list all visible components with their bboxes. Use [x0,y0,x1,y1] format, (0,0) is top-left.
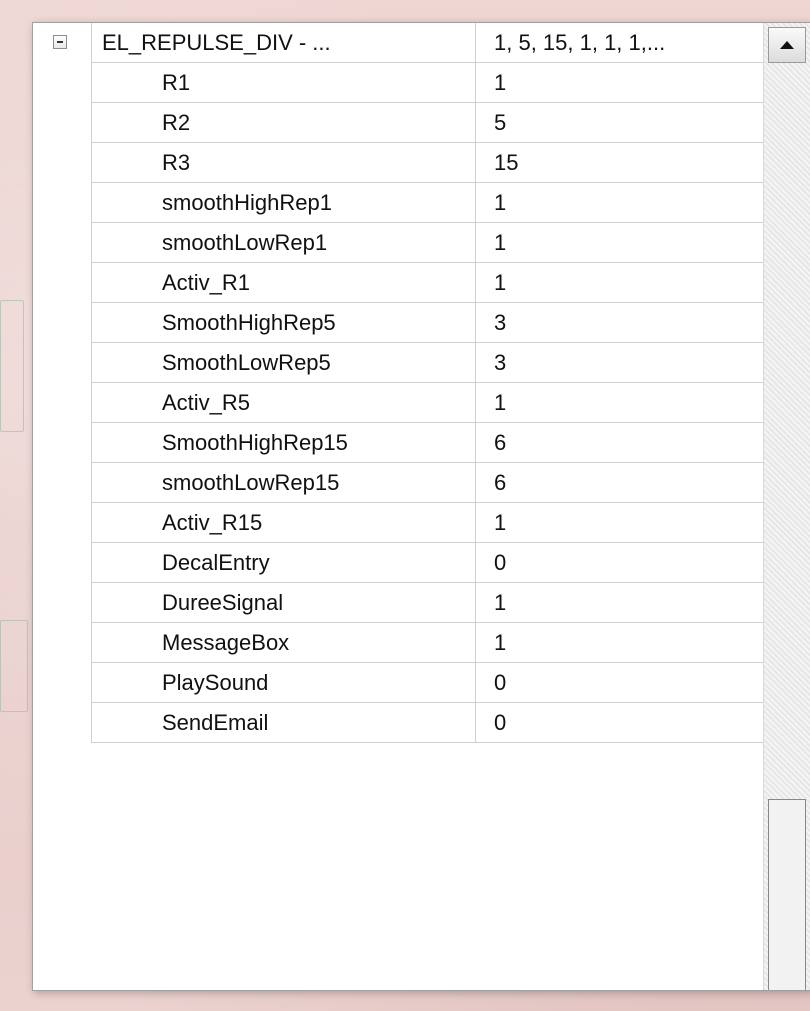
property-value[interactable]: 6 [475,463,763,503]
row-gutter [33,263,91,303]
property-row[interactable]: Activ_R5 1 [33,383,763,423]
property-row[interactable]: Activ_R15 1 [33,503,763,543]
property-value[interactable]: 15 [475,143,763,183]
property-row[interactable]: SendEmail 0 [33,703,763,743]
property-name: DecalEntry [91,543,475,583]
property-name: R1 [91,63,475,103]
row-gutter [33,223,91,263]
property-row[interactable]: Activ_R1 1 [33,263,763,303]
scrollbar-thumb[interactable] [768,799,806,990]
row-gutter [33,663,91,703]
property-value[interactable]: 1 [475,583,763,623]
property-value[interactable]: 0 [475,543,763,583]
group-value[interactable]: 1, 5, 15, 1, 1, 1,... [475,23,763,63]
property-row[interactable]: DecalEntry 0 [33,543,763,583]
background-decoration [0,300,24,432]
property-row[interactable]: SmoothHighRep15 6 [33,423,763,463]
group-row[interactable]: EL_REPULSE_DIV - ... 1, 5, 15, 1, 1, 1,.… [33,23,763,63]
property-row[interactable]: R1 1 [33,63,763,103]
property-name: SendEmail [91,703,475,743]
property-name: SmoothHighRep15 [91,423,475,463]
property-name: smoothLowRep1 [91,223,475,263]
minus-box-icon[interactable] [53,35,67,49]
property-value[interactable]: 1 [475,383,763,423]
vertical-scrollbar[interactable] [763,23,810,990]
property-value[interactable]: 0 [475,663,763,703]
property-row[interactable]: MessageBox 1 [33,623,763,663]
property-rows: R1 1 R2 5 R3 15 smoothHighRep1 1 smoothLowRep1 1 A… [33,63,763,743]
property-grid-panel: EL_REPULSE_DIV - ... 1, 5, 15, 1, 1, 1,.… [32,22,810,991]
row-gutter [33,183,91,223]
row-gutter [33,543,91,583]
property-name: smoothHighRep1 [91,183,475,223]
row-gutter [33,383,91,423]
property-row[interactable]: R2 5 [33,103,763,143]
property-name: smoothLowRep15 [91,463,475,503]
property-value[interactable]: 1 [475,223,763,263]
property-value[interactable]: 1 [475,623,763,663]
property-value[interactable]: 3 [475,343,763,383]
property-row[interactable]: SmoothLowRep5 3 [33,343,763,383]
property-value[interactable]: 6 [475,423,763,463]
scroll-up-button[interactable] [768,27,806,63]
property-name: PlaySound [91,663,475,703]
property-value[interactable]: 3 [475,303,763,343]
row-gutter [33,103,91,143]
property-name: R2 [91,103,475,143]
property-value[interactable]: 1 [475,63,763,103]
property-name: Activ_R15 [91,503,475,543]
property-value[interactable]: 1 [475,183,763,223]
property-name: DureeSignal [91,583,475,623]
property-value[interactable]: 1 [475,263,763,303]
row-gutter [33,583,91,623]
property-value[interactable]: 1 [475,503,763,543]
background-decoration [0,620,28,712]
property-name: R3 [91,143,475,183]
row-gutter [33,623,91,663]
property-row[interactable]: smoothLowRep1 1 [33,223,763,263]
property-row[interactable]: DureeSignal 1 [33,583,763,623]
property-value[interactable]: 5 [475,103,763,143]
group-name: EL_REPULSE_DIV - ... [91,23,475,63]
property-name: Activ_R1 [91,263,475,303]
triangle-up-icon [780,41,794,49]
row-gutter [33,23,91,63]
property-row[interactable]: PlaySound 0 [33,663,763,703]
row-gutter [33,63,91,103]
row-gutter [33,343,91,383]
property-row[interactable]: smoothHighRep1 1 [33,183,763,223]
row-gutter [33,463,91,503]
row-gutter [33,503,91,543]
row-gutter [33,303,91,343]
property-value[interactable]: 0 [475,703,763,743]
row-gutter [33,703,91,743]
property-name: SmoothLowRep5 [91,343,475,383]
property-row[interactable]: smoothLowRep15 6 [33,463,763,503]
property-row[interactable]: SmoothHighRep5 3 [33,303,763,343]
row-gutter [33,423,91,463]
property-name: MessageBox [91,623,475,663]
property-grid: EL_REPULSE_DIV - ... 1, 5, 15, 1, 1, 1,.… [33,23,763,743]
property-name: Activ_R5 [91,383,475,423]
property-name: SmoothHighRep5 [91,303,475,343]
property-row[interactable]: R3 15 [33,143,763,183]
row-gutter [33,143,91,183]
